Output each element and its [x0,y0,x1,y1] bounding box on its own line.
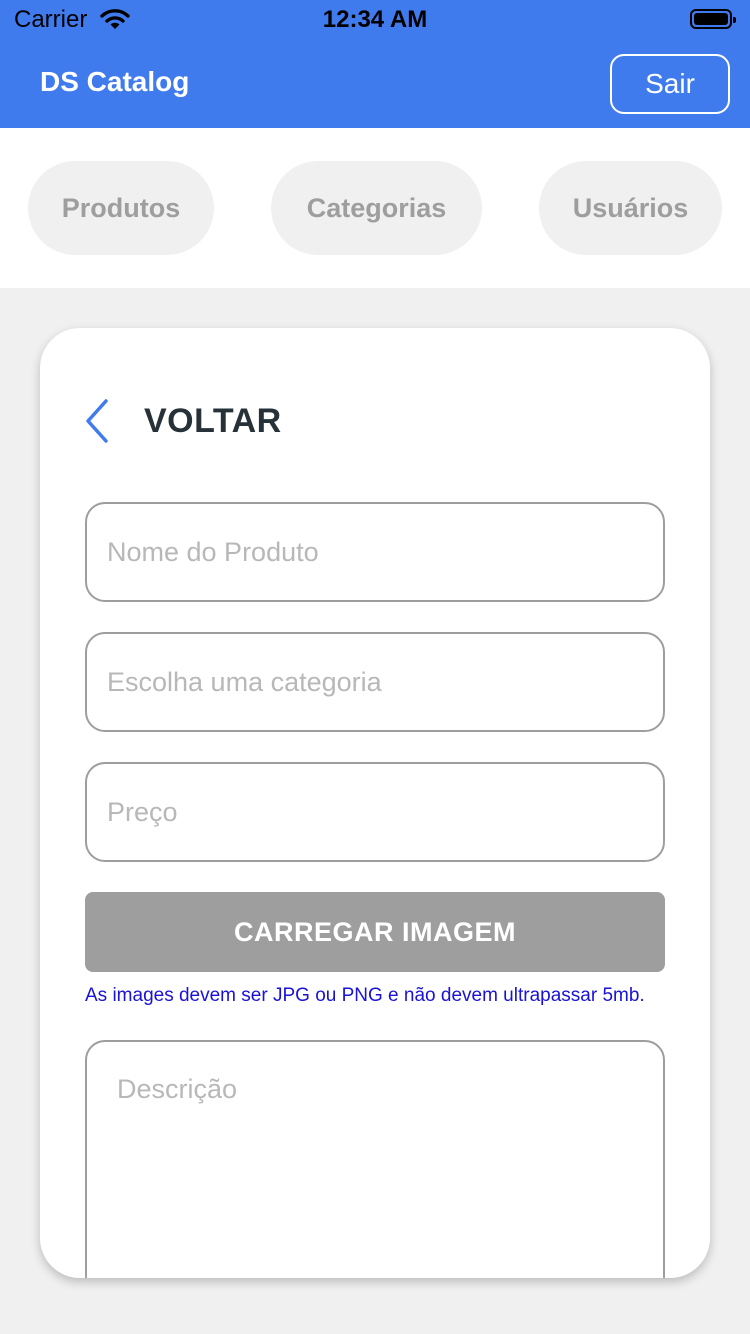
chevron-left-icon [86,399,108,443]
category-placeholder: Escolha uma categoria [107,666,382,697]
status-bar: Carrier 12:34 AM [0,0,750,40]
back-label: VOLTAR [144,401,282,440]
category-select[interactable]: Escolha uma categoria [85,632,665,732]
tab-usuarios[interactable]: Usuários [539,161,722,255]
price-input[interactable]: Preço [85,762,665,862]
upload-hint: As images devem ser JPG ou PNG e não dev… [85,985,645,1006]
app-title: DS Catalog [40,66,190,97]
description-placeholder: Descrição [117,1074,238,1104]
status-time: 12:34 AM [322,6,428,33]
logout-button[interactable]: Sair [610,54,730,114]
back-button[interactable]: VOLTAR [84,396,282,446]
description-textarea[interactable]: Descrição [85,1040,665,1278]
app-header: Carrier 12:34 AM DS Catalog Sair [0,0,750,128]
product-name-input[interactable]: Nome do Produto [85,502,665,602]
product-form-card: VOLTAR Nome do Produto Escolha uma categ… [40,328,710,1278]
tab-categorias[interactable]: Categorias [271,161,482,255]
admin-nav: Produtos Categorias Usuários [0,128,750,288]
upload-image-button[interactable]: CARREGAR IMAGEM [85,892,665,972]
battery-icon [690,9,736,29]
price-placeholder: Preço [107,796,178,827]
tab-produtos[interactable]: Produtos [28,161,214,255]
product-name-placeholder: Nome do Produto [107,536,319,567]
